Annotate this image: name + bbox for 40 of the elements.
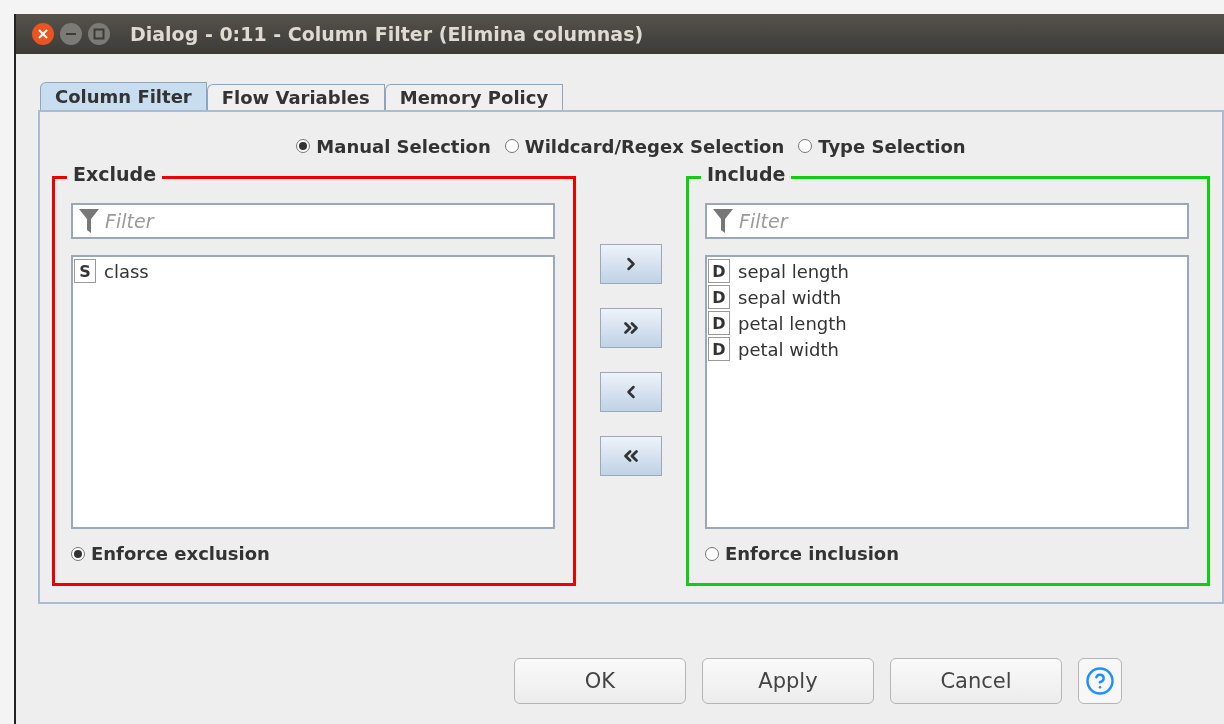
column-name[interactable]: sepal width bbox=[738, 286, 842, 308]
selection-mode-radio[interactable]: Type Selection bbox=[798, 135, 966, 157]
enforce-radio[interactable]: Enforce exclusion bbox=[71, 543, 555, 564]
add-button[interactable] bbox=[600, 244, 662, 284]
tab[interactable]: Flow Variables bbox=[206, 84, 385, 110]
close-icon[interactable] bbox=[32, 23, 54, 45]
add-all-button[interactable] bbox=[600, 308, 662, 348]
type-tag: D bbox=[708, 311, 730, 335]
help-icon bbox=[1085, 666, 1115, 696]
selection-mode-radio[interactable]: Manual Selection bbox=[296, 135, 491, 157]
radio-icon[interactable] bbox=[296, 139, 311, 153]
column-name[interactable]: petal length bbox=[738, 312, 847, 334]
type-tag: D bbox=[708, 259, 730, 283]
tab[interactable]: Column Filter bbox=[40, 82, 207, 110]
dialog-button[interactable]: Cancel bbox=[890, 658, 1062, 704]
radio-icon[interactable] bbox=[71, 546, 85, 561]
help-button[interactable] bbox=[1078, 658, 1122, 704]
filter-field[interactable]: Filter bbox=[71, 203, 555, 239]
radio-icon[interactable] bbox=[705, 546, 719, 561]
remove-all-button[interactable] bbox=[600, 436, 662, 476]
remove-button[interactable] bbox=[600, 372, 662, 412]
type-tag: S bbox=[74, 259, 96, 283]
column-name[interactable]: class bbox=[104, 260, 149, 282]
column-name[interactable]: sepal length bbox=[738, 260, 849, 282]
tab[interactable]: Memory Policy bbox=[384, 84, 564, 110]
radio-icon[interactable] bbox=[798, 139, 813, 153]
radio-icon[interactable] bbox=[504, 139, 519, 153]
type-tag: D bbox=[708, 285, 730, 309]
filter-field[interactable]: Filter bbox=[705, 203, 1189, 239]
enforce-radio[interactable]: Enforce inclusion bbox=[705, 543, 1189, 564]
selection-mode-radio[interactable]: Wildcard/Regex Selection bbox=[504, 135, 785, 157]
type-tag: D bbox=[708, 337, 730, 361]
minimize-icon[interactable] bbox=[60, 23, 82, 45]
maximize-icon[interactable] bbox=[88, 23, 110, 45]
funnel-icon bbox=[79, 209, 99, 233]
dialog-button[interactable]: Apply bbox=[702, 658, 874, 704]
funnel-icon bbox=[713, 209, 733, 233]
dialog-button[interactable]: OK bbox=[514, 658, 686, 704]
window-title: Dialog - 0:11 - Column Filter (Elimina columnas) bbox=[130, 23, 644, 45]
column-name[interactable]: petal width bbox=[738, 338, 839, 360]
